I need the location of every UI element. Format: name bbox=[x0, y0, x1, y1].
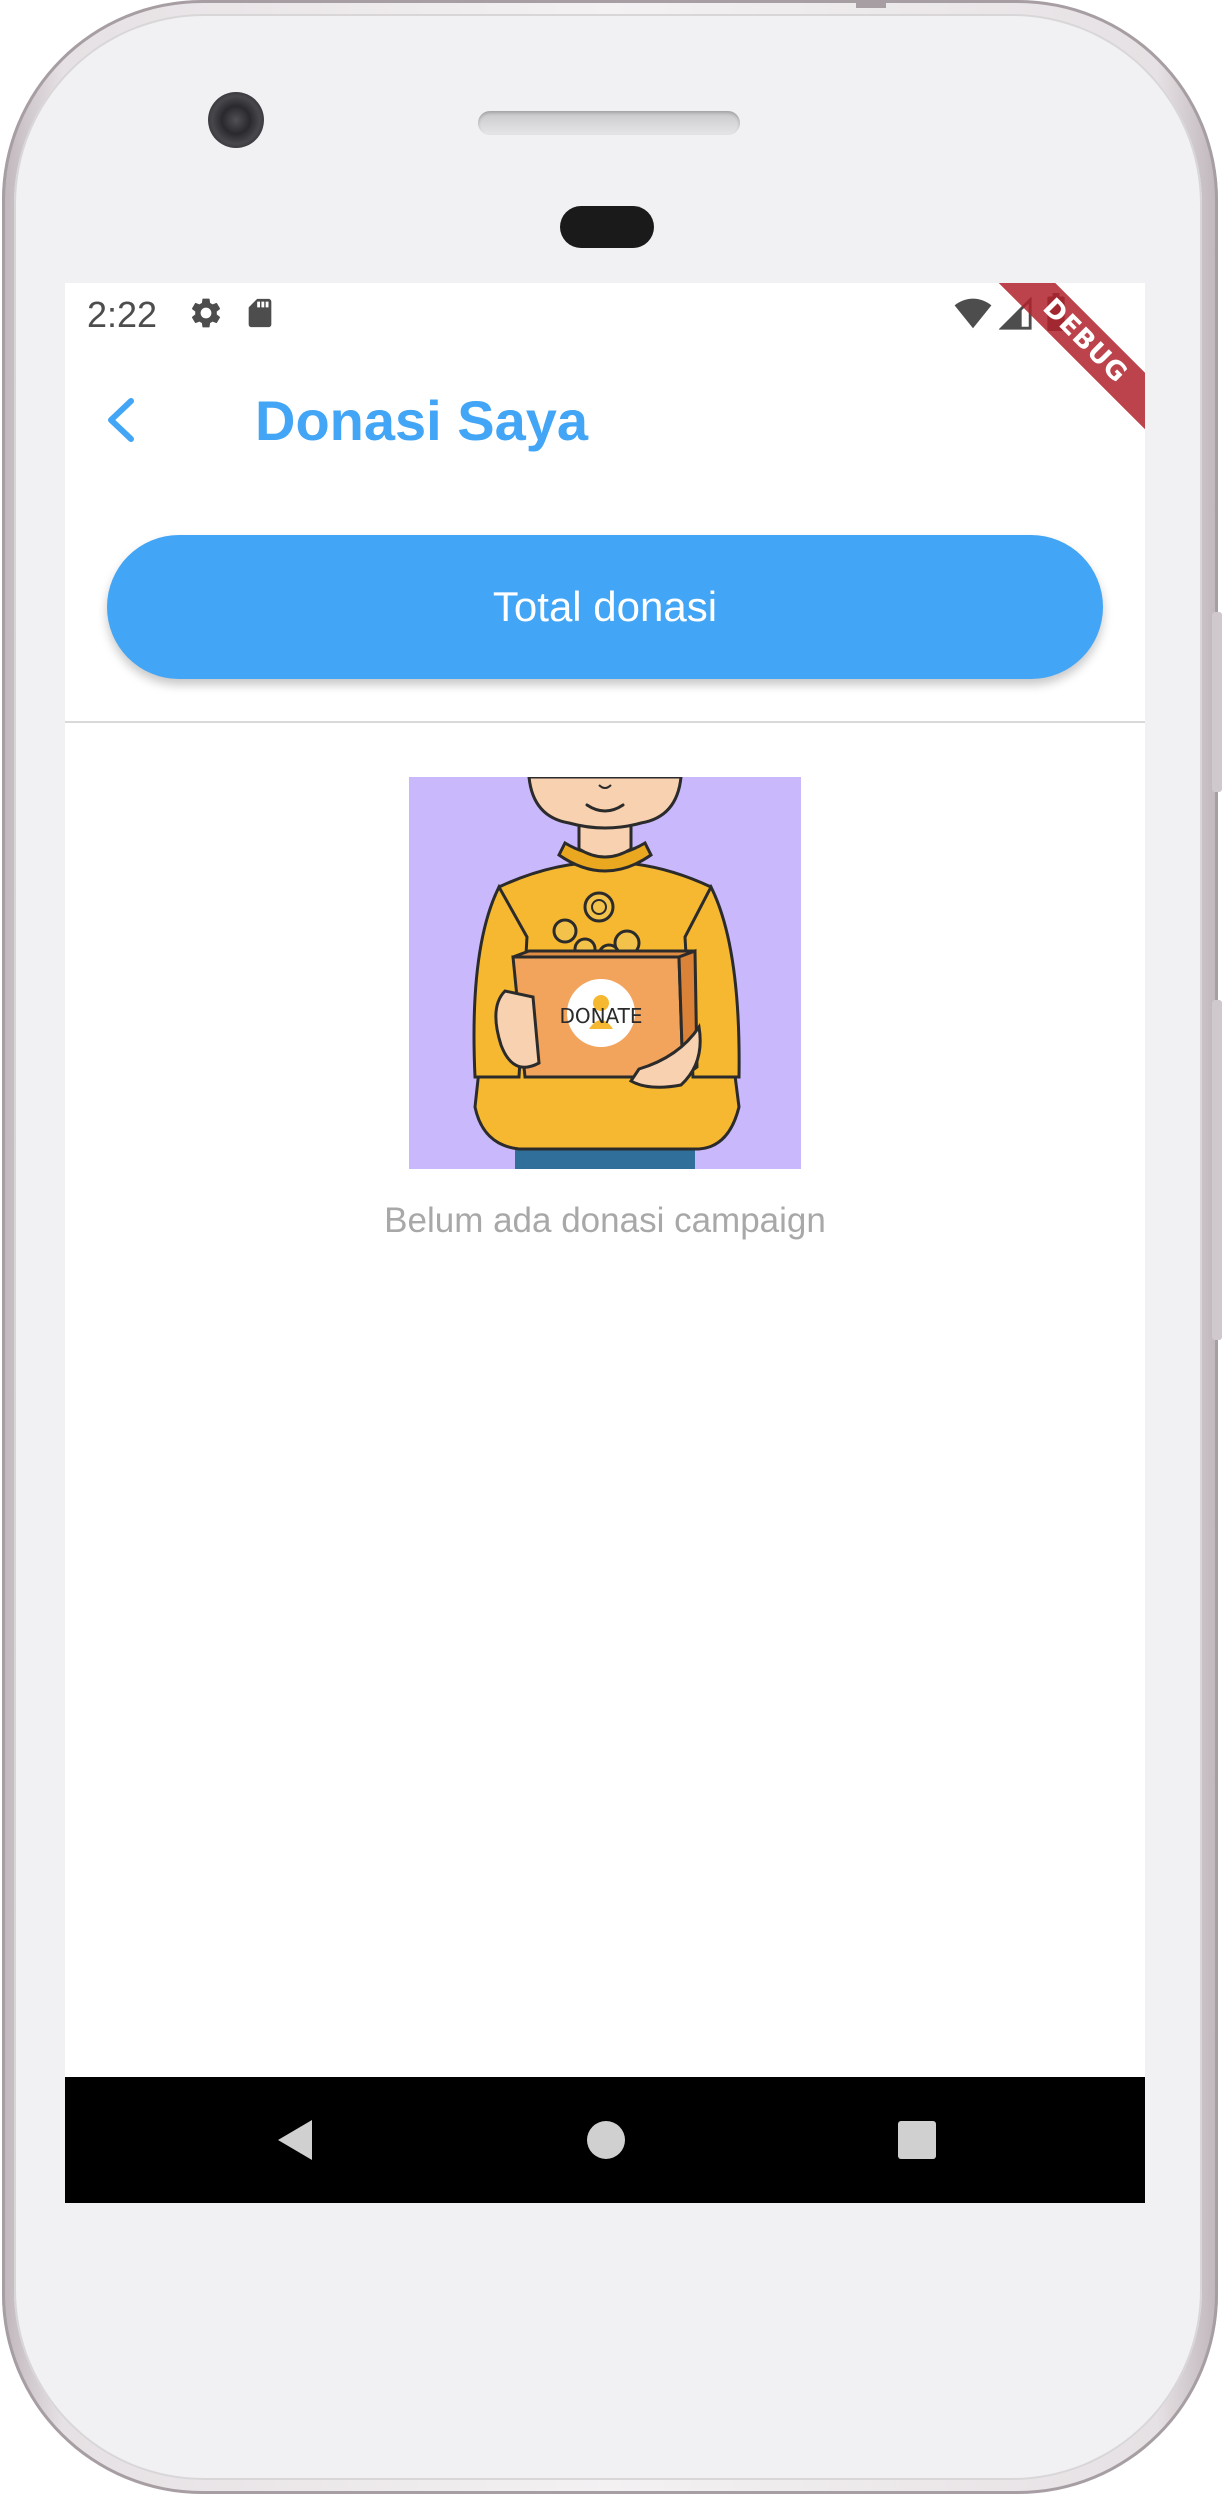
earpiece-speaker bbox=[478, 111, 740, 135]
front-camera bbox=[208, 92, 264, 148]
divider bbox=[65, 721, 1145, 723]
page-title: Donasi Saya bbox=[255, 389, 589, 452]
wifi-icon bbox=[953, 297, 993, 334]
chevron-left-icon bbox=[108, 398, 134, 442]
status-bar: 2:22 DEBUG bbox=[65, 283, 1145, 440]
settings-icon bbox=[188, 295, 224, 336]
home-circle-icon[interactable] bbox=[584, 2116, 628, 2169]
back-triangle-icon[interactable] bbox=[272, 2116, 316, 2169]
app-screen: 2:22 DEBUG Donasi Saya Total donasi DONA… bbox=[65, 283, 1145, 2203]
app-bar: Donasi Saya bbox=[65, 346, 1145, 493]
sd-card-icon bbox=[243, 295, 277, 336]
back-button[interactable] bbox=[85, 383, 159, 457]
total-donation-button[interactable]: Total donasi bbox=[107, 535, 1103, 679]
donation-illustration: DONATE bbox=[409, 777, 801, 1169]
android-nav-bar bbox=[65, 2077, 1145, 2203]
illustration-donate-label: DONATE bbox=[559, 1004, 642, 1028]
power-button bbox=[1212, 612, 1222, 792]
phone-top-edge-mark bbox=[856, 0, 886, 8]
empty-state-message: Belum ada donasi campaign bbox=[384, 1201, 826, 1240]
proximity-sensor bbox=[560, 206, 654, 248]
volume-button bbox=[1212, 1000, 1222, 1340]
recents-square-icon[interactable] bbox=[895, 2116, 939, 2169]
status-time: 2:22 bbox=[87, 294, 158, 335]
